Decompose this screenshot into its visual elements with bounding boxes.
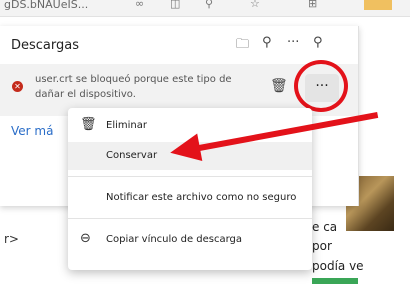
delete-button[interactable]: 🗑	[270, 78, 288, 94]
annotation-circle	[294, 60, 348, 112]
download-message-line1: user.crt se bloqueó porque este tipo de	[35, 74, 232, 85]
menu-item-report-unsafe[interactable]: Notificar este archivo como no seguro	[68, 184, 312, 212]
tab-title[interactable]: gDS.bNAUeIS...	[4, 0, 88, 11]
annotation-arrow-head	[167, 133, 203, 167]
collections-icon[interactable]: ⊞	[308, 0, 317, 10]
search-icon[interactable]: ⚲	[262, 35, 272, 50]
background-left-text: r>	[4, 232, 19, 246]
download-message: user.crt se bloqueó porque este tipo de …	[35, 72, 263, 102]
split-screen-icon[interactable]: ◫	[170, 0, 180, 10]
downloads-toolbar-button[interactable]	[364, 0, 392, 10]
menu-separator	[68, 218, 312, 219]
background-text-line2: por	[312, 239, 332, 253]
see-more-link[interactable]: Ver má	[11, 124, 53, 138]
menu-item-label: Notificar este archivo como no seguro	[106, 192, 297, 203]
open-folder-icon[interactable]: 🗀	[236, 35, 249, 57]
link-icon: ⊖	[80, 231, 91, 246]
menu-item-copy-link[interactable]: ⊖ Copiar vínculo de descarga	[68, 226, 312, 254]
background-text-line1: e ca	[312, 220, 338, 234]
more-options-icon[interactable]: ···	[287, 35, 299, 50]
menu-item-label: Conservar	[106, 150, 158, 161]
panel-title: Descargas	[11, 38, 80, 53]
error-icon: ✕	[12, 81, 23, 92]
trash-icon: 🗑	[80, 117, 97, 132]
menu-item-label: Copiar vínculo de descarga	[106, 234, 243, 245]
download-message-line2: dañar el dispositivo.	[35, 89, 136, 100]
menu-item-label: Eliminar	[106, 120, 147, 131]
read-aloud-icon[interactable]: ∞	[135, 0, 144, 10]
pin-icon[interactable]: ⚲	[313, 35, 323, 50]
extensions-icon[interactable]: ⚲	[205, 0, 213, 10]
browser-toolbar: gDS.bNAUeIS... ∞ ◫ ⚲ ☆ ⊞	[0, 0, 410, 17]
menu-separator	[68, 176, 312, 177]
background-text-line3: podía ve	[312, 259, 364, 273]
background-green-bar	[312, 278, 358, 284]
favorites-icon[interactable]: ☆	[250, 0, 260, 10]
